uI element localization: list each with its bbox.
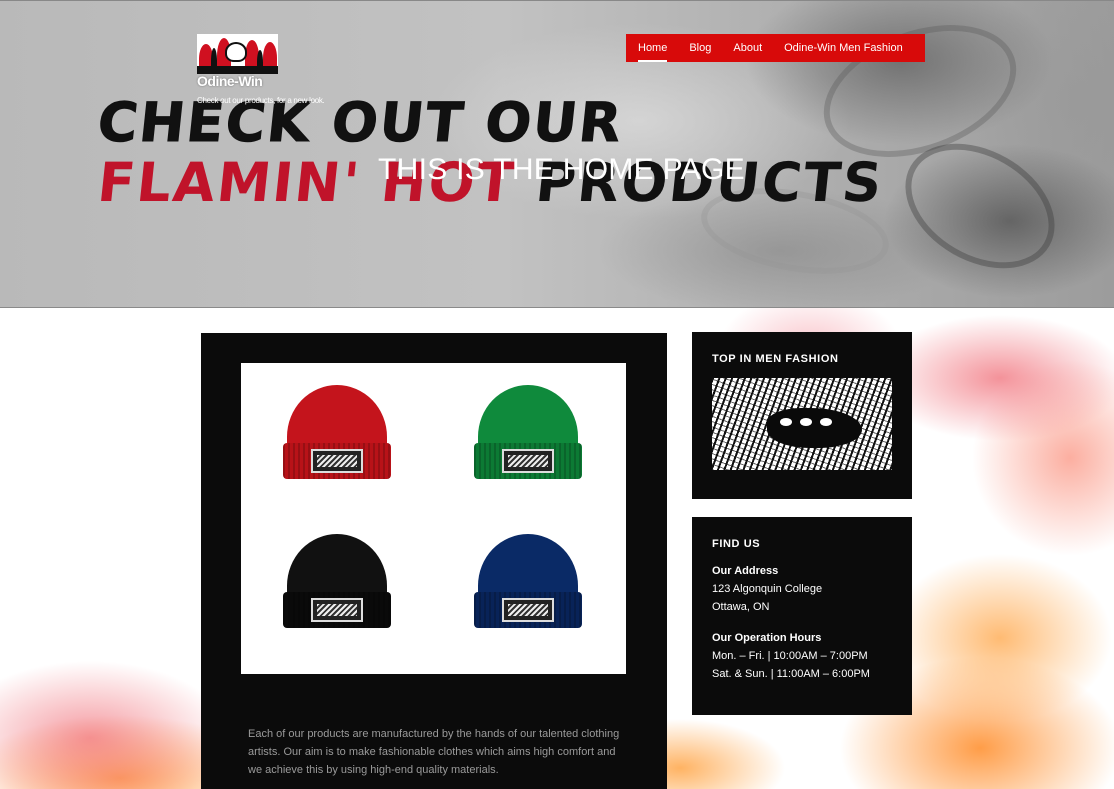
skull-icon xyxy=(225,42,247,62)
find-us-widget: FIND US Our Address 123 Algonquin Colleg… xyxy=(692,517,912,715)
address-line: 123 Algonquin College xyxy=(712,583,823,595)
black-beanie-image xyxy=(281,534,393,630)
hours-line: Mon. – Fri. | 10:00AM – 7:00PM xyxy=(712,650,868,662)
site-title[interactable]: Odine-Win xyxy=(197,73,263,89)
nav-item-blog[interactable]: Blog xyxy=(689,40,711,56)
green-beanie-image xyxy=(472,385,584,481)
featured-artwork-image[interactable] xyxy=(712,378,892,470)
product-image[interactable] xyxy=(241,363,626,674)
navy-beanie-image xyxy=(472,534,584,630)
widget-title: FIND US xyxy=(712,538,761,550)
top-in-men-fashion-widget: TOP IN MEN FASHION xyxy=(692,332,912,499)
page-title: THIS IS THE HOME PAGE xyxy=(378,153,745,186)
nav-item-home[interactable]: Home xyxy=(638,40,668,62)
main-content-card: Each of our products are manufactured by… xyxy=(201,333,667,789)
widget-title: TOP IN MEN FASHION xyxy=(712,353,839,365)
product-description: Each of our products are manufactured by… xyxy=(248,728,620,776)
site-logo[interactable] xyxy=(197,34,278,74)
hero-graffiti-line-1: CHECK OUT OUR xyxy=(94,91,627,155)
nav-item-men-fashion[interactable]: Odine-Win Men Fashion xyxy=(784,40,903,56)
hours-line: Sat. & Sun. | 11:00AM – 6:00PM xyxy=(712,668,870,680)
site-header: CHECK OUT OUR FLAMIN' HOT PRODUCTS Odine… xyxy=(0,0,1114,308)
address-line: Ottawa, ON xyxy=(712,601,770,613)
hours-label: Our Operation Hours xyxy=(712,632,822,644)
main-navigation: Home Blog About Odine-Win Men Fashion xyxy=(626,34,925,62)
address-label: Our Address xyxy=(712,565,779,577)
red-beanie-image xyxy=(281,385,393,481)
site-tagline: Check out our products, for a new look. xyxy=(197,96,325,105)
nav-item-about[interactable]: About xyxy=(733,40,762,56)
